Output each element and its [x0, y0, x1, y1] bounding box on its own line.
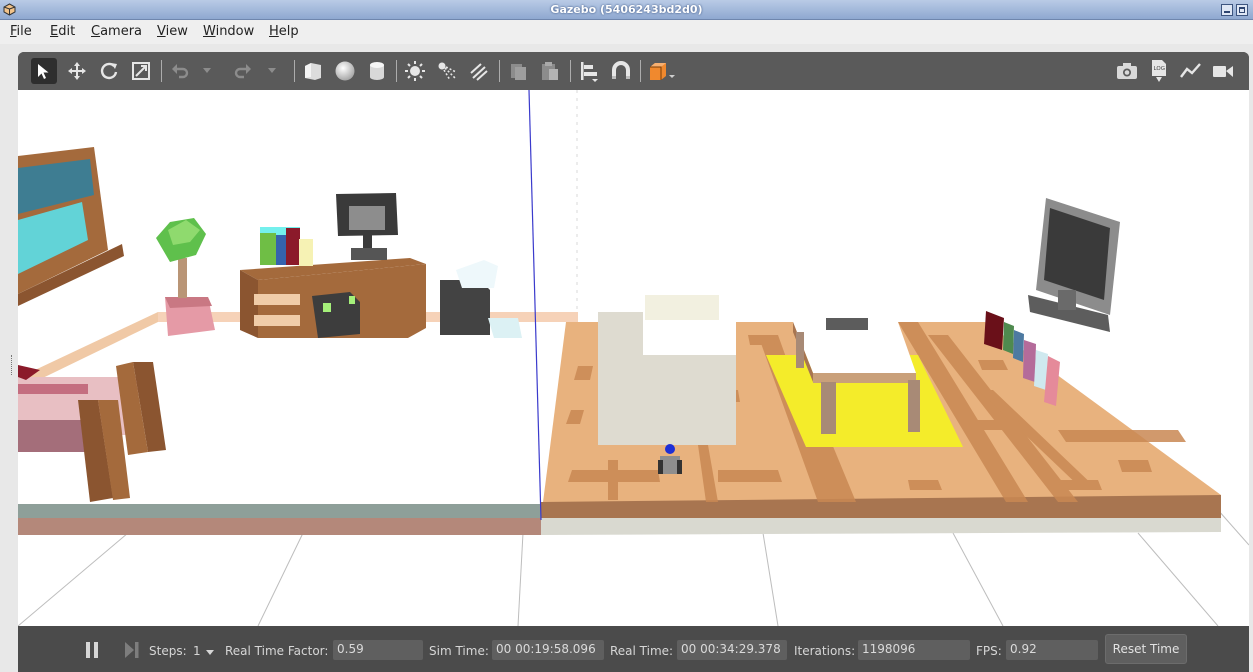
steps-value[interactable]: 1	[193, 644, 201, 658]
reset-time-button[interactable]: Reset Time	[1105, 634, 1187, 664]
desk	[240, 258, 426, 338]
scale-icon[interactable]	[128, 58, 154, 84]
toolbar-separator	[499, 60, 500, 82]
spot-light-icon[interactable]	[434, 58, 460, 84]
directional-light-icon[interactable]	[466, 58, 492, 84]
pause-icon[interactable]	[84, 641, 100, 659]
floor-edge-left	[18, 504, 541, 520]
menu-edit[interactable]: Edit	[50, 24, 75, 39]
steps-dropdown-icon[interactable]	[206, 650, 214, 656]
svg-text:LOG: LOG	[1154, 66, 1165, 72]
fps-label: FPS:	[976, 644, 1002, 658]
copy-icon[interactable]	[505, 58, 531, 84]
undo-icon[interactable]	[167, 58, 193, 84]
toolbar-separator	[161, 60, 162, 82]
point-light-icon[interactable]	[402, 58, 428, 84]
wall-window	[18, 147, 124, 306]
maximize-button[interactable]	[1236, 4, 1248, 16]
redo-dropdown-icon[interactable]	[264, 58, 280, 84]
toolbar-separator	[640, 60, 641, 82]
axis-line	[528, 90, 542, 521]
translate-icon[interactable]	[64, 58, 90, 84]
tv-right	[1028, 198, 1120, 332]
box-shape-icon[interactable]	[300, 58, 326, 84]
books-desk	[260, 227, 313, 266]
menu-help[interactable]: Help	[269, 24, 299, 39]
scene-viewport[interactable]	[18, 90, 1249, 626]
window-title: Gazebo (5406243bd2d0)	[550, 3, 703, 16]
sim-time-value: 00 00:19:58.096	[492, 640, 604, 660]
toolbar-separator	[396, 60, 397, 82]
toolbar-separator	[570, 60, 571, 82]
rtf-label: Real Time Factor:	[225, 644, 329, 658]
fps-value: 0.92	[1006, 640, 1098, 660]
toolbar-separator	[294, 60, 295, 82]
sim-time-label: Sim Time:	[429, 644, 489, 658]
printer	[440, 260, 522, 338]
time-panel: Steps: 1 Real Time Factor: 0.59 Sim Time…	[18, 626, 1249, 672]
window-titlebar: Gazebo (5406243bd2d0)	[0, 0, 1253, 20]
floor-edge-left-brown	[18, 518, 541, 535]
iterations-label: Iterations:	[794, 644, 856, 658]
rtf-value: 0.59	[333, 640, 423, 660]
screenshot-icon[interactable]	[1114, 58, 1140, 84]
floor-edge-right	[541, 518, 1221, 535]
menubar: File Edit Camera View Window Help	[0, 20, 1253, 44]
minimize-button[interactable]	[1221, 4, 1233, 16]
steps-label: Steps:	[149, 644, 187, 658]
rotate-icon[interactable]	[96, 58, 122, 84]
paste-icon[interactable]	[537, 58, 563, 84]
iterations-value: 1198096	[858, 640, 970, 660]
align-icon[interactable]	[576, 58, 602, 84]
real-time-value: 00 00:34:29.378	[677, 640, 787, 660]
view-angle-icon[interactable]	[646, 58, 678, 84]
redo-icon[interactable]	[230, 58, 256, 84]
bed	[18, 362, 166, 502]
menu-camera[interactable]: Camera	[91, 24, 142, 39]
video-record-icon[interactable]	[1210, 58, 1236, 84]
sofa	[598, 295, 736, 445]
splitter-handle[interactable]	[11, 355, 15, 375]
sphere-shape-icon[interactable]	[332, 58, 358, 84]
plot-icon[interactable]	[1178, 58, 1204, 84]
desk-monitor	[336, 193, 398, 260]
menu-file[interactable]: File	[10, 24, 32, 39]
menu-view[interactable]: View	[157, 24, 188, 39]
undo-dropdown-icon[interactable]	[199, 58, 215, 84]
cylinder-shape-icon[interactable]	[364, 58, 390, 84]
scene-render	[18, 90, 1249, 626]
step-icon[interactable]	[124, 641, 140, 659]
menu-window[interactable]: Window	[203, 24, 254, 39]
log-icon[interactable]: LOG	[1146, 58, 1172, 84]
real-time-label: Real Time:	[610, 644, 674, 658]
select-arrow-icon[interactable]	[31, 58, 57, 84]
main-panel: LOG Steps: 1 Real Time Factor: 0.59 Sim …	[18, 52, 1249, 672]
toolbar: LOG	[18, 52, 1249, 90]
magnet-snap-icon[interactable]	[608, 58, 634, 84]
